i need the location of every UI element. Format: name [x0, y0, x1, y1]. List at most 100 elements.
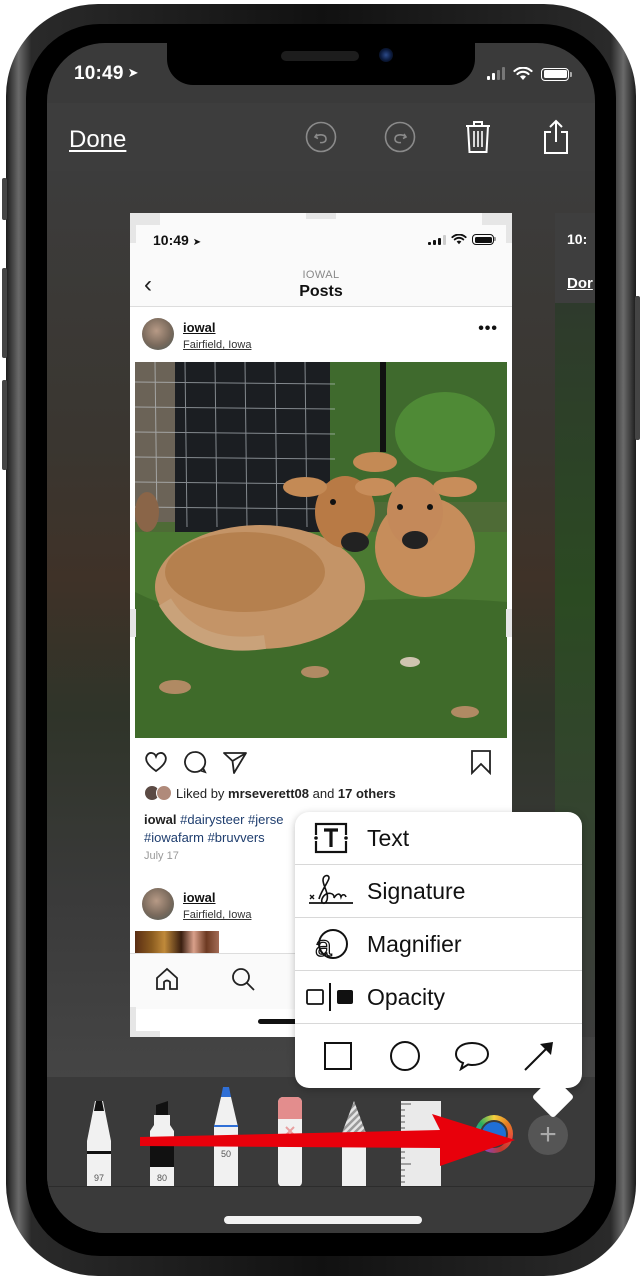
screenshot-wifi-icon — [451, 234, 467, 245]
nav-subtitle: IOWAL — [302, 269, 340, 281]
share-icon — [544, 119, 568, 154]
speaker — [281, 51, 359, 61]
shape-arrow-button[interactable] — [519, 1036, 559, 1076]
calves-photo-illustration — [135, 362, 507, 738]
status-time: 10:49 ➤ — [74, 63, 139, 85]
markup-toolbar: Done — [47, 103, 595, 171]
shape-picker-row — [295, 1024, 582, 1088]
post2-username: iowal — [183, 890, 216, 905]
screenshot-status-indicators — [428, 234, 496, 245]
text-box-icon — [313, 822, 349, 854]
markup-add-menu: Text Signature a Magnifier Opacity — [295, 812, 582, 1119]
lasso-icon — [342, 1101, 366, 1187]
device-screen: 10:49 ➤ Done 10: Dor 10:49 ➤ ‹ IOWAL Pos… — [47, 43, 595, 1233]
opacity-icon — [306, 983, 353, 1011]
undo-icon — [305, 121, 337, 153]
notch — [167, 43, 475, 85]
status-time-text: 10:49 — [74, 63, 124, 84]
menu-item-magnifier[interactable]: a Magnifier — [295, 918, 582, 971]
screenshot-nav-bar: ‹ IOWAL Posts — [130, 263, 512, 307]
crop-handle-top[interactable] — [306, 213, 336, 219]
menu-item-text[interactable]: Text — [295, 812, 582, 865]
svg-text:a: a — [315, 930, 332, 962]
share-button[interactable] — [538, 119, 574, 155]
next-screenshot-time: 10: — [567, 231, 588, 247]
home-indicator[interactable] — [224, 1216, 422, 1224]
done-button[interactable]: Done — [69, 126, 126, 154]
redo-button[interactable] — [382, 119, 418, 155]
bottom-safe-area — [47, 1187, 595, 1233]
home-icon — [156, 967, 178, 990]
undo-button[interactable] — [303, 119, 339, 155]
more-options-icon: ••• — [478, 320, 498, 337]
delete-button[interactable] — [460, 119, 496, 155]
tool-palette: 97 80 50 + — [47, 1077, 595, 1187]
marker-tool[interactable]: 80 — [150, 1101, 174, 1187]
screenshot-status-time: 10:49 ➤ — [153, 232, 202, 248]
color-picker-button[interactable] — [475, 1115, 513, 1153]
heart-icon — [145, 752, 167, 773]
speech-bubble-shape-icon — [454, 1041, 489, 1071]
shape-square-button[interactable] — [318, 1036, 358, 1076]
liked-by-text: Liked by mrseverett08 and 17 others — [144, 785, 396, 801]
cellular-signal-icon — [487, 67, 505, 80]
magnifier-icon: a — [314, 929, 348, 962]
location-arrow-icon: ➤ — [127, 65, 139, 80]
marker-width-label: 80 — [156, 1173, 167, 1183]
post-location: Fairfield, Iowa — [183, 339, 252, 351]
crop-handle-right[interactable] — [506, 609, 512, 637]
menu-item-opacity[interactable]: Opacity — [295, 971, 582, 1024]
eraser-icon — [278, 1097, 302, 1187]
screenshot-status-bar: 10:49 ➤ — [130, 213, 512, 263]
volume-down-button — [2, 380, 7, 470]
menu-item-opacity-label: Opacity — [367, 983, 445, 1010]
add-markup-button[interactable]: + — [528, 1115, 568, 1155]
front-camera — [379, 48, 393, 62]
shape-circle-button[interactable] — [385, 1036, 425, 1076]
menu-item-text-label: Text — [367, 824, 410, 851]
post2-photo-strip — [135, 931, 219, 953]
ruler-tool[interactable] — [401, 1101, 441, 1187]
pencil-width-label: 50 — [220, 1149, 231, 1159]
ruler-icon — [401, 1101, 441, 1187]
status-indicators — [487, 67, 572, 81]
avatar — [142, 888, 174, 920]
signature-icon — [309, 874, 353, 905]
screenshot-signal-icon — [428, 234, 446, 245]
avatar — [142, 318, 174, 350]
trash-icon — [466, 121, 490, 153]
pen-tool[interactable]: 97 — [87, 1101, 111, 1187]
pen-width-label: 97 — [93, 1173, 104, 1183]
screenshot-battery-icon — [472, 234, 496, 245]
shape-speech-bubble-button[interactable] — [452, 1036, 492, 1076]
post-username: iowal — [183, 320, 216, 335]
post-date: July 17 — [144, 850, 179, 862]
post2-location: Fairfield, Iowa — [183, 909, 252, 921]
lasso-tool[interactable] — [342, 1101, 366, 1187]
square-shape-icon — [324, 1042, 353, 1070]
search-icon — [232, 968, 255, 991]
menu-item-magnifier-label: Magnifier — [367, 930, 462, 957]
silent-switch — [2, 178, 7, 220]
crop-handle-top-right-v[interactable] — [506, 213, 512, 243]
post-photo-calves — [135, 362, 507, 738]
crop-handle-top-left-v[interactable] — [130, 213, 136, 243]
liker-avatar — [156, 785, 172, 801]
crop-handle-left[interactable] — [130, 609, 136, 637]
wifi-icon — [513, 67, 533, 80]
nav-title: Posts — [299, 283, 343, 300]
post-actions — [130, 741, 512, 781]
bookmark-icon — [471, 750, 491, 775]
eraser-tool[interactable] — [278, 1097, 302, 1187]
volume-up-button — [2, 268, 7, 358]
menu-item-signature[interactable]: Signature — [295, 865, 582, 918]
selected-color-swatch — [480, 1120, 508, 1148]
redo-icon — [384, 121, 416, 153]
crop-handle-bottom-left-v[interactable] — [130, 1007, 136, 1037]
pencil-tool[interactable]: 50 — [214, 1087, 238, 1187]
next-screenshot-done: Dor — [567, 275, 593, 292]
battery-icon — [541, 67, 572, 81]
circle-shape-icon — [390, 1041, 421, 1071]
comment-icon — [184, 751, 207, 774]
pencil-icon — [214, 1087, 238, 1187]
